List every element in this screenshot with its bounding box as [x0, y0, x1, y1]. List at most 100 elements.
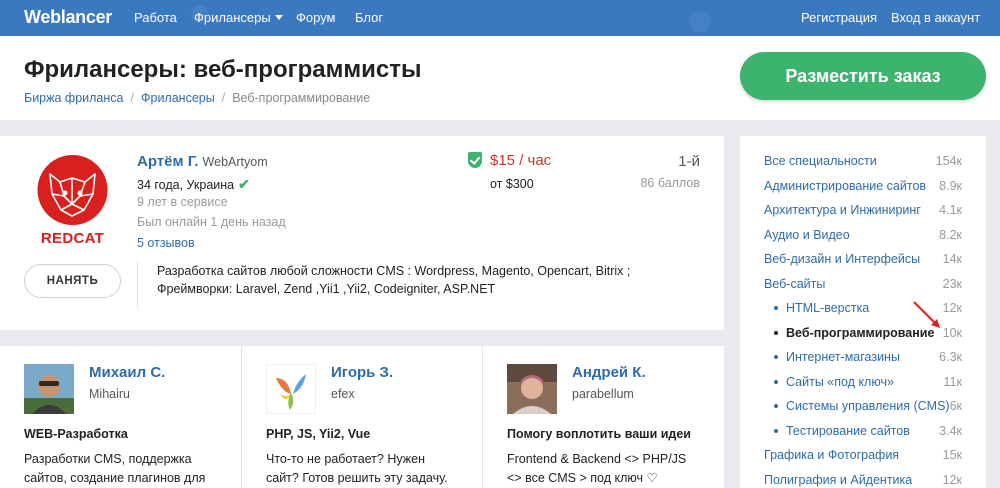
category-label: Веб-сайты	[764, 277, 826, 291]
category-count: 23к	[942, 277, 962, 291]
category-count: 4.1к	[939, 203, 962, 217]
category-count: 15к	[942, 448, 962, 462]
category-label: Все специальности	[764, 154, 877, 168]
freelancer-summary: Что-то не работает? Нужен сайт? Готов ре…	[266, 452, 448, 485]
redcat-logo[interactable]: REDCAT	[24, 152, 121, 247]
freelancer-name[interactable]: Игорь З.	[331, 364, 393, 381]
nav-link-freelancers-label: Фрилансеры	[194, 10, 271, 25]
nav-link-freelancers[interactable]: Фрилансеры	[194, 10, 283, 25]
freelancer-name-row: Артём Г. WebArtyom	[137, 153, 268, 170]
red-arrow-icon	[913, 301, 940, 328]
featured-freelancer-card: REDCAT Артём Г. WebArtyom 34 года, Украин…	[0, 136, 724, 330]
chevron-down-icon	[274, 15, 283, 20]
freelancer-headline: Помогу воплотить ваши идеи	[507, 427, 691, 441]
category-count: 154к	[935, 154, 962, 168]
category-site-admin[interactable]: Администрирование сайтов	[764, 179, 964, 193]
age-location: 34 года, Украина ✔	[137, 176, 250, 193]
hire-button[interactable]: НАНЯТЬ	[24, 264, 121, 298]
freelancer-login: WebArtyom	[202, 155, 268, 169]
breadcrumb-separator: /	[130, 91, 134, 105]
page-title: Фрилансеры: веб-программисты	[24, 56, 422, 83]
breadcrumb: Биржа фриланса / Фрилансеры / Веб-программир…	[24, 91, 370, 105]
rating-rank: 1-й	[678, 153, 700, 170]
category-all[interactable]: Все специальности	[764, 154, 964, 168]
category-label: Полиграфия и Айдентика	[764, 473, 913, 487]
freelancer-login: efex	[331, 387, 355, 401]
breadcrumb-freelancers[interactable]: Фрилансеры	[141, 91, 215, 105]
breadcrumb-separator: /	[221, 91, 226, 105]
freelancer-summary: Разработки CMS, поддержка сайтов, создан…	[24, 452, 206, 485]
post-order-button[interactable]: Разместить заказ	[740, 52, 986, 100]
site-logo[interactable]: Weblancer	[24, 7, 112, 28]
freelancer-summary: Frontend & Backend <> PHP/JS <> все CMS …	[507, 452, 687, 485]
category-count: 14к	[942, 252, 962, 266]
avatar-photo	[507, 364, 557, 414]
category-label: Интернет-магазины	[786, 350, 900, 364]
category-count: 12к	[942, 473, 962, 487]
avatar[interactable]	[507, 364, 557, 414]
login-link[interactable]: Вход в аккаунт	[891, 10, 980, 25]
bullet-icon	[774, 429, 778, 433]
category-websites[interactable]: Веб-сайты	[764, 277, 964, 291]
nav-link-blog[interactable]: Блог	[355, 10, 383, 25]
category-print-identity[interactable]: Полиграфия и Айдентика	[764, 473, 964, 487]
nav-link-jobs[interactable]: Работа	[134, 10, 177, 25]
category-web-design[interactable]: Веб-дизайн и Интерфейсы	[764, 252, 964, 266]
bullet-icon	[774, 380, 778, 384]
subcategory-cms[interactable]: Системы управления (CMS)	[774, 399, 974, 413]
category-count: 6к	[949, 399, 962, 413]
min-price: от $300	[490, 177, 534, 191]
freelancer-card[interactable]: Андрей К. parabellum Помогу воплотить ва…	[482, 346, 724, 488]
freelancer-description: Разработка сайтов любой сложности CMS : …	[137, 262, 657, 308]
freelancer-login: Mihairu	[89, 387, 130, 401]
nav-link-forum[interactable]: Форум	[296, 10, 336, 25]
freelancer-name[interactable]: Артём Г.	[137, 153, 199, 170]
page-header: Фрилансеры: веб-программисты Биржа фрила…	[0, 36, 1000, 120]
logo-text: REDCAT	[40, 230, 105, 247]
freelancer-name[interactable]: Михаил С.	[89, 364, 165, 381]
hourly-rate: $15 / час	[468, 152, 551, 169]
breadcrumb-current: Веб-программирование	[232, 91, 371, 105]
category-sidebar: Все специальности 154к Администрирование…	[740, 136, 986, 488]
category-count: 8.2к	[939, 228, 962, 242]
last-online: Был онлайн 1 день назад	[137, 215, 286, 229]
freelancer-name[interactable]: Андрей К.	[572, 364, 646, 381]
category-label: Аудио и Видео	[764, 228, 850, 242]
category-label: Веб-дизайн и Интерфейсы	[764, 252, 921, 266]
freelancer-card[interactable]: Михаил С. Mihairu WEB-Разработка Разрабо…	[0, 346, 241, 488]
service-duration: 9 лет в сервисе	[137, 195, 228, 209]
freelancer-headline: PHP, JS, Yii2, Vue	[266, 427, 371, 441]
cat-logo-icon	[37, 155, 108, 225]
avatar[interactable]	[24, 364, 74, 414]
category-label: Администрирование сайтов	[764, 179, 927, 193]
category-count: 6.3к	[939, 350, 962, 364]
yii-logo-icon	[266, 364, 316, 414]
category-label: Системы управления (CMS)	[786, 399, 950, 413]
category-label: Сайты «под ключ»	[786, 375, 894, 389]
freelancer-headline: WEB-Разработка	[24, 427, 128, 441]
category-count: 11к	[943, 375, 962, 389]
top-navbar: Weblancer Работа Фрилансеры Форум Блог Р…	[0, 0, 1000, 36]
bullet-icon	[774, 306, 778, 310]
avatar[interactable]	[266, 364, 316, 414]
freelancer-login: parabellum	[572, 387, 634, 401]
bullet-icon	[774, 331, 778, 335]
category-count: 3.4к	[939, 424, 962, 438]
rating-points: 86 баллов	[640, 176, 700, 190]
category-audio-video[interactable]: Аудио и Видео	[764, 228, 964, 242]
reviews-link[interactable]: 5 отзывов	[137, 236, 195, 250]
freelancer-card[interactable]: Игорь З. efex PHP, JS, Yii2, Vue Что-то …	[241, 346, 482, 488]
freelancer-list: Михаил С. Mihairu WEB-Разработка Разрабо…	[0, 346, 724, 488]
category-graphics-photo[interactable]: Графика и Фотография	[764, 448, 964, 462]
verified-check-icon: ✔	[238, 176, 250, 192]
category-label: Архитектура и Инжиниринг	[764, 203, 921, 217]
shield-check-icon	[468, 152, 482, 168]
category-label: Тестирование сайтов	[786, 424, 910, 438]
age-location-text: 34 года, Украина	[137, 178, 235, 192]
register-link[interactable]: Регистрация	[801, 10, 877, 25]
breadcrumb-exchange[interactable]: Биржа фриланса	[24, 91, 124, 105]
avatar-photo	[24, 364, 74, 414]
category-architecture[interactable]: Архитектура и Инжиниринг	[764, 203, 964, 217]
hourly-rate-text: $15 / час	[490, 152, 552, 169]
bullet-icon	[774, 355, 778, 359]
